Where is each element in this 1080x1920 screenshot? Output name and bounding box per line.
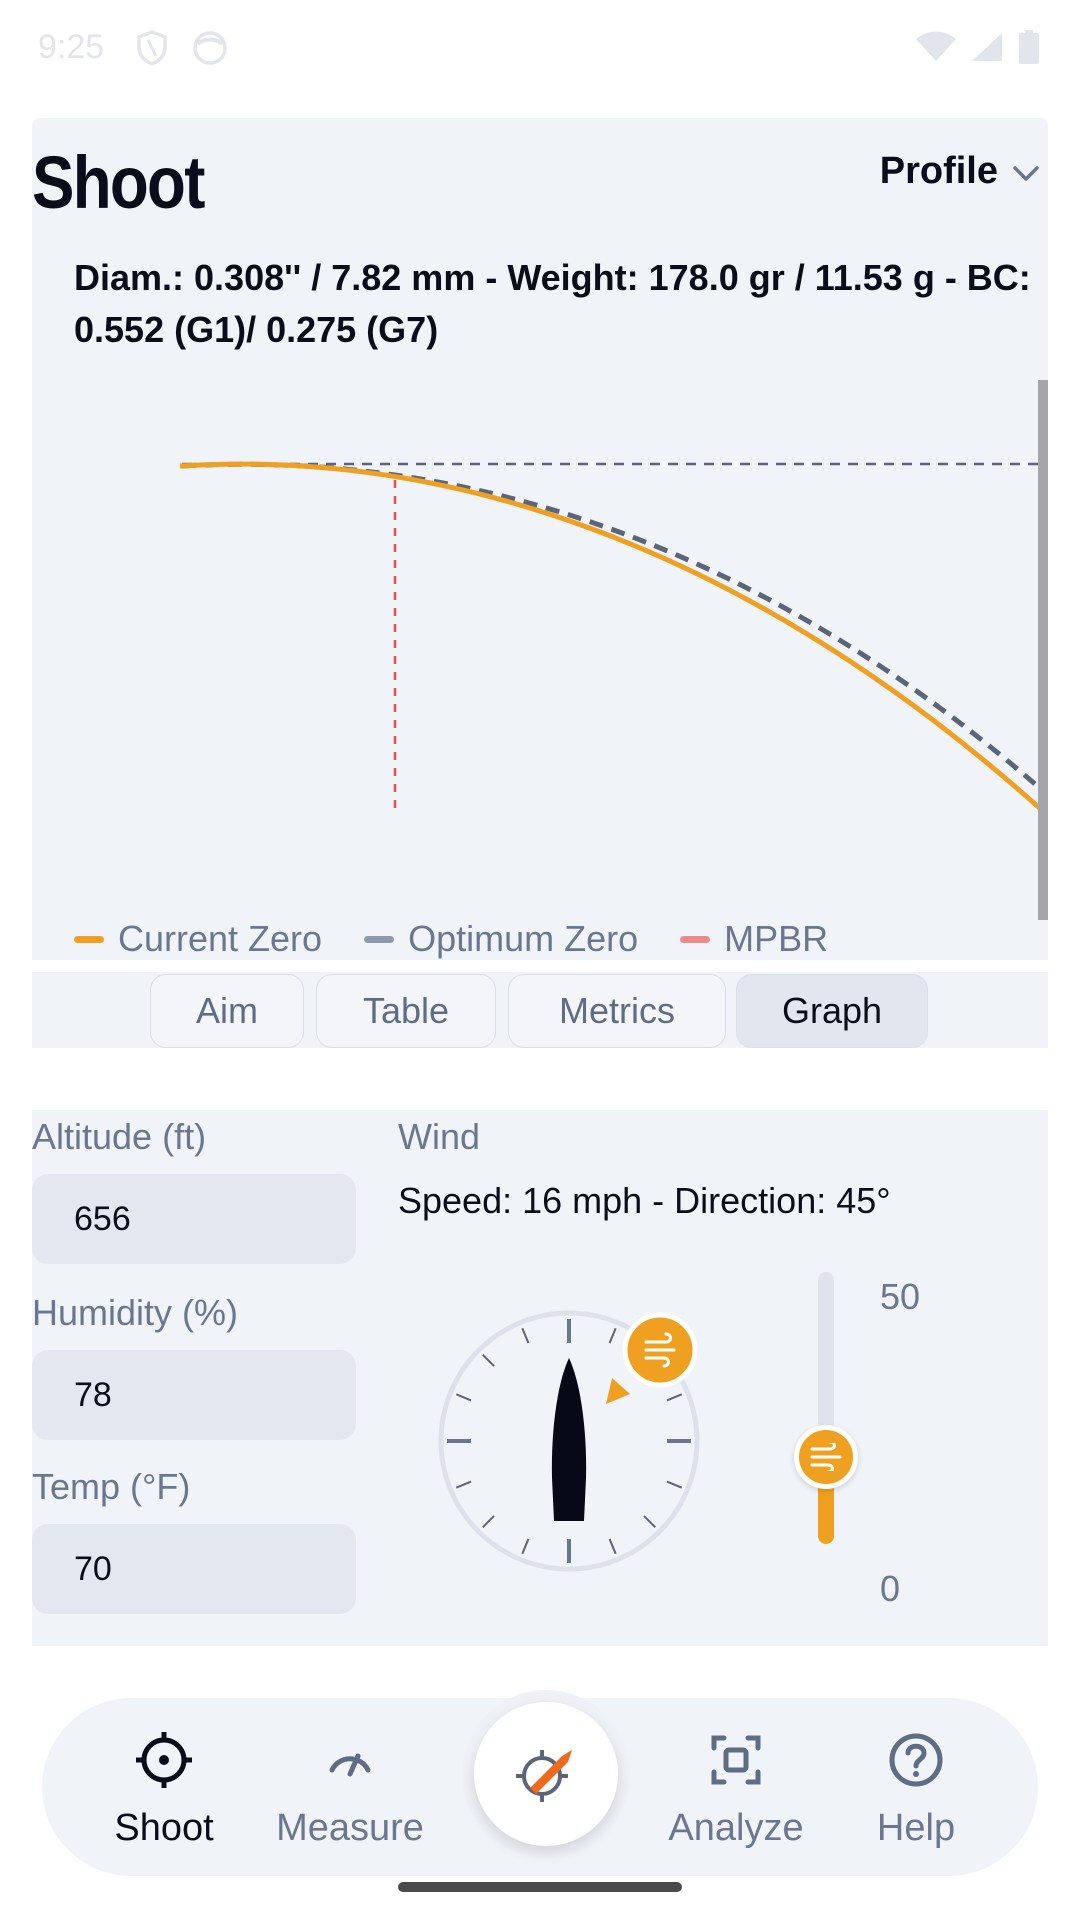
tab-graph[interactable]: Graph bbox=[736, 974, 928, 1048]
nav-item-help[interactable]: Help bbox=[826, 1730, 1006, 1850]
legend-item-mpbr: MPBR bbox=[680, 918, 828, 960]
legend-swatch bbox=[680, 935, 711, 943]
slider-max-label: 50 bbox=[880, 1276, 921, 1317]
altitude-input[interactable] bbox=[32, 1174, 356, 1264]
nav-item-analyze[interactable]: Analyze bbox=[646, 1730, 826, 1850]
status-time: 9:25 bbox=[38, 28, 105, 66]
nav-label: Help bbox=[876, 1807, 956, 1849]
tab-table[interactable]: Table bbox=[316, 974, 496, 1048]
nav-label: Measure bbox=[276, 1807, 424, 1849]
current-zero-curve bbox=[179, 461, 1046, 814]
help-circle-icon bbox=[886, 1730, 946, 1795]
tab-aim[interactable]: Aim bbox=[150, 974, 304, 1048]
face-icon bbox=[192, 30, 228, 71]
legend-swatch bbox=[74, 935, 104, 943]
wind-icon bbox=[810, 1442, 842, 1471]
nav-label: Analyze bbox=[668, 1807, 804, 1849]
legend-swatch bbox=[364, 935, 395, 943]
humidity-input[interactable] bbox=[32, 1350, 356, 1440]
optimum-zero-curve bbox=[181, 461, 1044, 792]
legend-label: Current Zero bbox=[118, 918, 323, 959]
calculate-fab-button[interactable] bbox=[474, 1702, 618, 1846]
trajectory-chart bbox=[179, 380, 1048, 920]
chevron-down-icon bbox=[1012, 150, 1040, 193]
home-indicator bbox=[398, 1882, 682, 1892]
wind-value: Speed: 16 mph - Direction: 45° bbox=[398, 1180, 891, 1221]
nav-label: Shoot bbox=[114, 1807, 214, 1849]
legend-label: Optimum Zero bbox=[408, 918, 639, 959]
legend-item-optimum-zero: Optimum Zero bbox=[364, 918, 638, 960]
wind-label: Wind bbox=[398, 1116, 481, 1157]
legend-item-current-zero: Current Zero bbox=[74, 918, 322, 960]
wind-direction-handle bbox=[622, 1312, 698, 1388]
battery-icon bbox=[1018, 30, 1040, 69]
nav-item-shoot[interactable]: Shoot bbox=[74, 1730, 254, 1850]
graph-scrollbar bbox=[1038, 380, 1048, 920]
status-bar: 9:25 bbox=[0, 0, 1080, 96]
page-title: Shoot bbox=[32, 141, 205, 224]
scan-icon bbox=[706, 1730, 766, 1795]
profile-dropdown-button[interactable]: Profile bbox=[880, 150, 1040, 193]
nav-item-measure[interactable]: Measure bbox=[260, 1730, 440, 1850]
temp-label: Temp (°F) bbox=[32, 1466, 191, 1507]
humidity-label: Humidity (%) bbox=[32, 1292, 239, 1333]
temp-input[interactable] bbox=[32, 1524, 356, 1614]
bullet-target-icon bbox=[510, 1736, 582, 1813]
wind-direction-dial[interactable] bbox=[434, 1306, 704, 1576]
profile-info: Diam.: 0.308'' / 7.82 mm - Weight: 178.0… bbox=[74, 257, 1031, 350]
graph-legend: Current Zero Optimum Zero MPBR bbox=[74, 918, 828, 960]
altitude-label: Altitude (ft) bbox=[32, 1116, 207, 1157]
legend-label: MPBR bbox=[724, 918, 829, 959]
shield-icon bbox=[136, 30, 168, 71]
tab-metrics[interactable]: Metrics bbox=[508, 974, 726, 1048]
gauge-icon bbox=[320, 1730, 380, 1795]
profile-label: Profile bbox=[879, 150, 998, 192]
signal-icon bbox=[970, 31, 1004, 68]
wifi-icon bbox=[916, 31, 956, 68]
slider-min-label: 0 bbox=[880, 1568, 901, 1609]
wind-speed-thumb[interactable] bbox=[794, 1424, 858, 1489]
crosshair-icon bbox=[134, 1730, 194, 1795]
